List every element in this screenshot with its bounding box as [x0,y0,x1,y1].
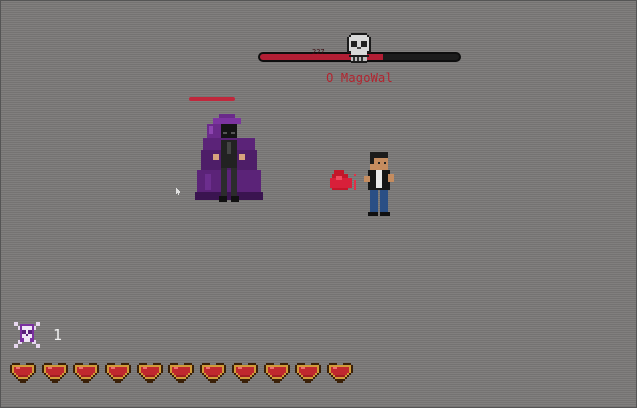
heart-icon [136,359,163,385]
heart-icon [105,359,132,385]
wizard-enemy-sprite [195,114,263,202]
kill-counter: 1 [12,320,62,350]
player-character-sprite [330,152,394,216]
player-health-hearts [10,359,359,385]
heart-icon [295,359,322,385]
heart-icon [200,359,227,385]
mouse-cursor-icon [176,188,180,195]
boss-hp-text: 227 [312,48,325,56]
boss-health-bar: 227 [258,33,461,64]
heart-icon [73,359,100,385]
boss-name-label: O MagoWal [326,71,393,85]
heart-icon [263,359,290,385]
heart-icon [231,359,258,385]
heart-icon [168,359,195,385]
heart-icon [326,359,353,385]
heart-icon [41,359,68,385]
enemy-health-bar [189,97,235,101]
heart-icon [10,359,36,385]
kill-count: 1 [53,326,63,344]
skull-icon [347,33,371,63]
skull-crossbones-icon [14,322,40,348]
